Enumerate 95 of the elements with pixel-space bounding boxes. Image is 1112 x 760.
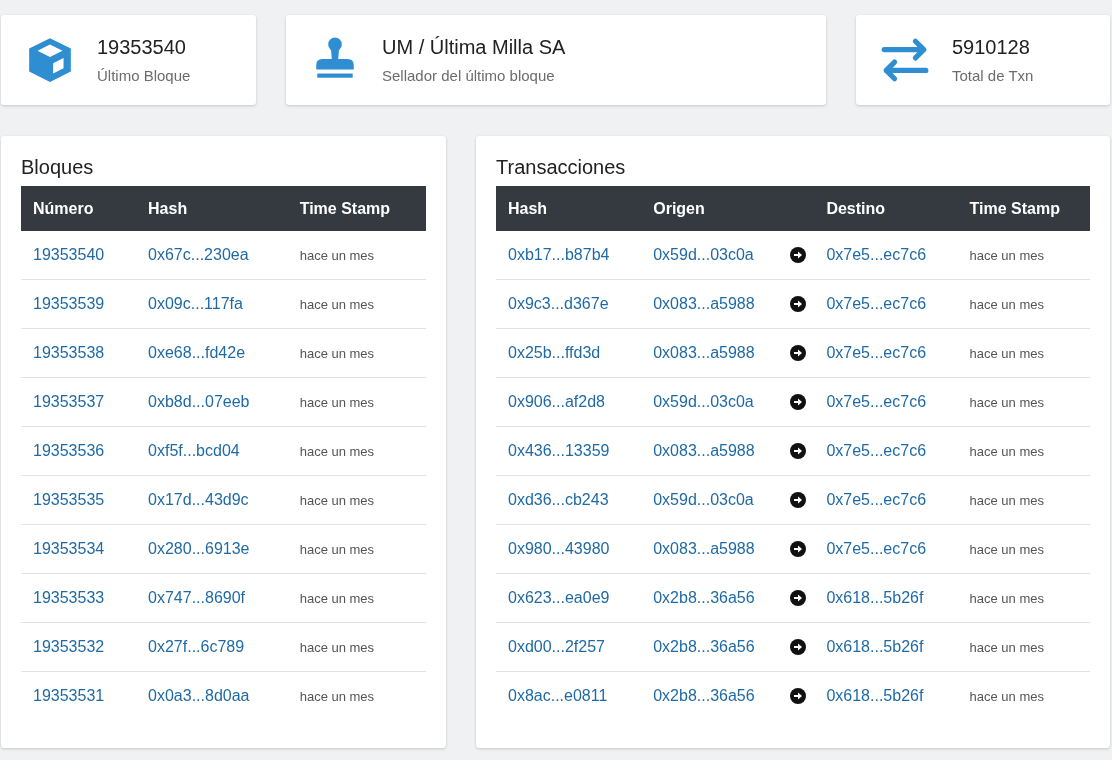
arrow-right-circle-icon	[790, 688, 807, 704]
timestamp-cell: hace un mes	[957, 622, 1090, 672]
timestamp-cell: hace un mes	[287, 426, 426, 476]
column-header: Destino	[814, 186, 958, 231]
block-hash-link[interactable]: 0x280...6913e	[148, 540, 250, 557]
tx-hash-link[interactable]: 0x9c3...d367e	[508, 295, 609, 312]
block-hash-link[interactable]: 0x17d...43d9c	[148, 491, 249, 508]
block-number-link[interactable]: 19353532	[33, 638, 105, 655]
arrow-right-circle-icon	[790, 541, 807, 557]
stat-value: 19353540	[97, 36, 187, 59]
stat-label: Último Bloque	[97, 67, 191, 84]
block-hash-link[interactable]: 0xb8d...07eeb	[148, 393, 250, 410]
from-address-link[interactable]: 0x083...a5988	[653, 344, 755, 361]
to-address-link[interactable]: 0x7e5...ec7c6	[826, 246, 927, 263]
tx-hash-link[interactable]: 0x8ac...e0811	[508, 687, 608, 704]
timestamp-cell: hace un mes	[287, 671, 426, 720]
block-hash-link[interactable]: 0x747...8690f	[148, 589, 246, 606]
timestamp-cell: hace un mes	[287, 622, 426, 672]
panel-title: Bloques	[21, 156, 95, 179]
from-address-link[interactable]: 0x2b8...36a56	[653, 638, 755, 655]
arrow-right-circle-icon	[790, 590, 807, 606]
to-address-link[interactable]: 0x618...5b26f	[826, 638, 924, 655]
stat-label: Sellador del último bloque	[382, 67, 556, 84]
timestamp-cell: hace un mes	[957, 426, 1090, 476]
tx-hash-link[interactable]: 0x623...ea0e9	[508, 589, 610, 606]
panel-title: Transacciones	[496, 156, 627, 179]
block-hash-link[interactable]: 0xe68...fd42e	[148, 344, 246, 361]
block-number-link[interactable]: 19353538	[33, 344, 105, 361]
to-address-link[interactable]: 0x7e5...ec7c6	[826, 442, 927, 459]
block-number-link[interactable]: 19353539	[33, 295, 105, 312]
column-header: Time Stamp	[287, 186, 426, 231]
column-header: Número	[21, 186, 137, 231]
timestamp-cell: hace un mes	[957, 475, 1090, 525]
to-address-link[interactable]: 0x7e5...ec7c6	[826, 344, 927, 361]
block-number-link[interactable]: 19353535	[33, 491, 105, 508]
tx-hash-link[interactable]: 0x980...43980	[508, 540, 610, 557]
block-number-link[interactable]: 19353534	[33, 540, 105, 557]
from-address-link[interactable]: 0x083...a5988	[653, 295, 755, 312]
column-header: Origen	[641, 186, 787, 231]
timestamp-cell: hace un mes	[287, 524, 426, 574]
tx-hash-link[interactable]: 0xd00...2f257	[508, 638, 605, 655]
block-number-link[interactable]: 19353537	[33, 393, 105, 410]
column-header: Hash	[136, 186, 288, 231]
block-hash-link[interactable]: 0x27f...6c789	[148, 638, 245, 655]
timestamp-cell: hace un mes	[957, 524, 1090, 574]
timestamp-cell: hace un mes	[957, 573, 1090, 623]
arrow-right-circle-icon	[790, 443, 807, 459]
timestamp-cell: hace un mes	[287, 328, 426, 378]
block-hash-link[interactable]: 0x09c...117fa	[148, 295, 243, 312]
column-header: Hash	[496, 186, 642, 231]
from-address-link[interactable]: 0x083...a5988	[653, 442, 755, 459]
arrow-right-circle-icon	[790, 296, 807, 312]
arrow-right-circle-icon	[790, 247, 807, 263]
timestamp-cell: hace un mes	[957, 377, 1090, 427]
arrow-right-circle-icon	[790, 394, 807, 410]
block-number-link[interactable]: 19353540	[33, 246, 105, 263]
timestamp-cell: hace un mes	[287, 231, 426, 280]
from-address-link[interactable]: 0x59d...03c0a	[653, 246, 754, 263]
to-address-link[interactable]: 0x7e5...ec7c6	[826, 295, 927, 312]
timestamp-cell: hace un mes	[287, 475, 426, 525]
to-address-link[interactable]: 0x7e5...ec7c6	[826, 491, 927, 508]
from-address-link[interactable]: 0x59d...03c0a	[653, 393, 754, 410]
block-number-link[interactable]: 19353531	[33, 687, 105, 704]
block-hash-link[interactable]: 0x0a3...8d0aa	[148, 687, 250, 704]
to-address-link[interactable]: 0x618...5b26f	[826, 687, 924, 704]
arrow-right-circle-icon	[790, 345, 807, 361]
tx-hash-link[interactable]: 0xb17...b87b4	[508, 246, 610, 263]
block-hash-link[interactable]: 0x67c...230ea	[148, 246, 249, 263]
stat-label: Total de Txn	[952, 67, 1034, 84]
block-number-link[interactable]: 19353536	[33, 442, 105, 459]
timestamp-cell: hace un mes	[287, 279, 426, 329]
from-address-link[interactable]: 0x59d...03c0a	[653, 491, 754, 508]
from-address-link[interactable]: 0x083...a5988	[653, 540, 755, 557]
from-address-link[interactable]: 0x2b8...36a56	[653, 687, 755, 704]
tx-hash-link[interactable]: 0x906...af2d8	[508, 393, 605, 410]
block-number-link[interactable]: 19353533	[33, 589, 105, 606]
from-address-link[interactable]: 0x2b8...36a56	[653, 589, 755, 606]
timestamp-cell: hace un mes	[957, 231, 1090, 280]
stat-value: UM / Última Milla SA	[382, 36, 566, 59]
timestamp-cell: hace un mes	[957, 279, 1090, 329]
tx-hash-link[interactable]: 0xd36...cb243	[508, 491, 609, 508]
tx-hash-link[interactable]: 0x25b...ffd3d	[508, 344, 601, 361]
tx-hash-link[interactable]: 0x436...13359	[508, 442, 610, 459]
to-address-link[interactable]: 0x618...5b26f	[826, 589, 924, 606]
timestamp-cell: hace un mes	[957, 671, 1090, 720]
stat-value: 5910128	[952, 36, 1031, 59]
to-address-link[interactable]: 0x7e5...ec7c6	[826, 540, 927, 557]
arrow-right-circle-icon	[790, 492, 807, 508]
arrow-right-circle-icon	[790, 639, 807, 655]
timestamp-cell: hace un mes	[287, 377, 426, 427]
timestamp-cell: hace un mes	[957, 328, 1090, 378]
to-address-link[interactable]: 0x7e5...ec7c6	[826, 393, 927, 410]
block-hash-link[interactable]: 0xf5f...bcd04	[148, 442, 240, 459]
timestamp-cell: hace un mes	[287, 573, 426, 623]
column-header: Time Stamp	[957, 186, 1090, 231]
